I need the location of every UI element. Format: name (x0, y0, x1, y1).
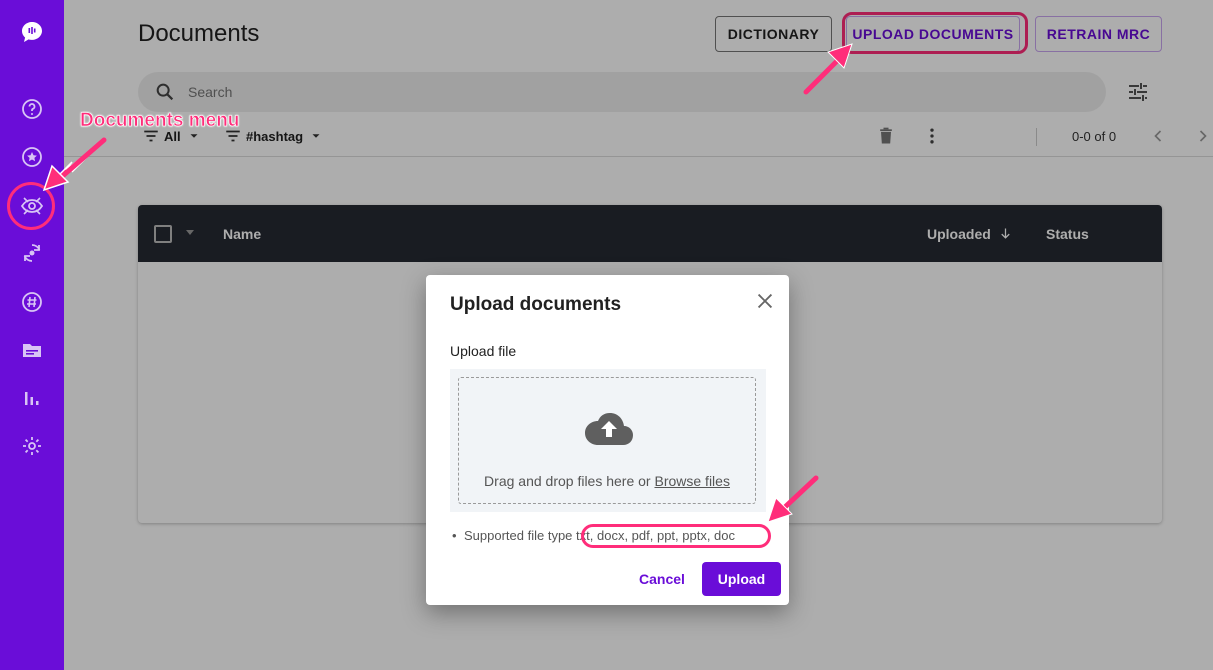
arrow-to-file-types (767, 475, 819, 523)
arrow-to-upload-button (803, 43, 853, 95)
arrow-to-documents-menu (42, 137, 107, 192)
annotation-arrows (42, 43, 853, 523)
